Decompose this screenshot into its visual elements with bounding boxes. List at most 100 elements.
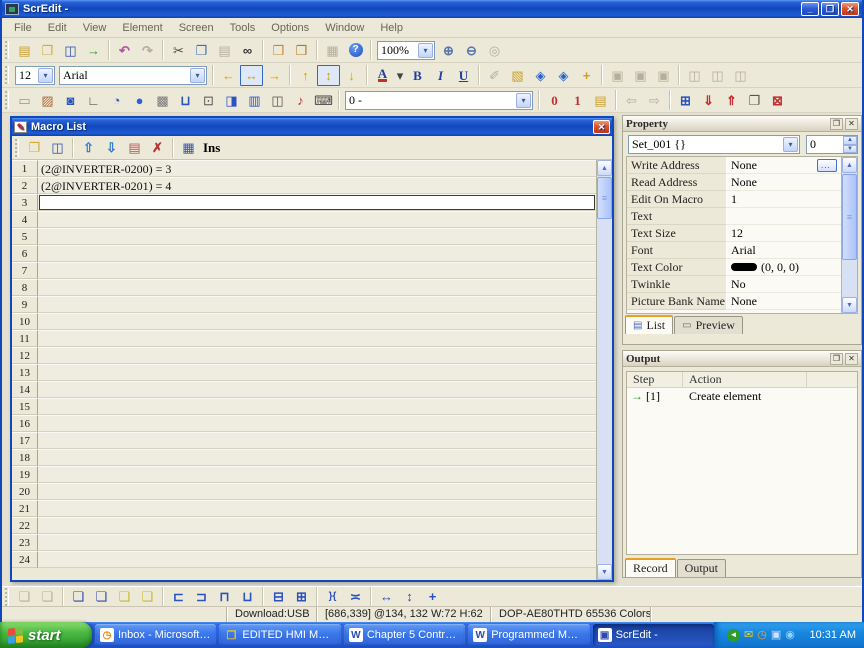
align-bottom-button[interactable]: ↓ <box>340 65 363 86</box>
tab-record[interactable]: Record <box>625 558 676 577</box>
output-row[interactable]: →[1]Create element <box>627 388 857 405</box>
tank-button[interactable]: ⊔ <box>174 90 197 111</box>
toolbar-grip[interactable] <box>5 41 9 59</box>
zoom-out-button[interactable]: ⊖ <box>460 40 483 61</box>
toolbar-grip[interactable] <box>5 66 9 84</box>
align-top-edges-button[interactable]: ⊓ <box>213 588 236 606</box>
property-row[interactable]: Text Color(0, 0, 0) <box>627 259 841 276</box>
property-row[interactable]: TwinkleNo <box>627 276 841 293</box>
bring-forward-button[interactable]: ❏ <box>113 588 136 606</box>
macro-move-down-button[interactable]: ⇩ <box>100 137 123 158</box>
menu-element[interactable]: Element <box>114 20 170 36</box>
toolbar-grip[interactable] <box>5 588 9 606</box>
macro-delete-button[interactable]: ✗ <box>146 137 169 158</box>
open-button[interactable]: ❐ <box>36 40 59 61</box>
sound-button[interactable]: ♪ <box>289 90 312 111</box>
mesh-button[interactable]: ▩ <box>151 90 174 111</box>
macro-row[interactable]: 22 <box>12 517 596 534</box>
door-button[interactable]: ◫ <box>266 90 289 111</box>
property-row[interactable]: Read AddressNone <box>627 174 841 191</box>
undo-button[interactable]: ↶ <box>113 40 136 61</box>
italic-button[interactable]: I <box>429 65 452 86</box>
chevron-down-icon[interactable]: ▾ <box>38 68 53 83</box>
screen-open-button[interactable]: ❒ <box>290 40 313 61</box>
align-top-button[interactable]: ↑ <box>294 65 317 86</box>
compile-button[interactable]: ⊞ <box>674 90 697 111</box>
menu-edit[interactable]: Edit <box>40 20 75 36</box>
menu-view[interactable]: View <box>75 20 115 36</box>
clock-icon[interactable]: ◷ <box>757 630 767 641</box>
cut-button[interactable]: ✂ <box>167 40 190 61</box>
scroll-up-icon[interactable]: ▲ <box>842 157 857 173</box>
titlebar[interactable]: ScrEdit - _ ❐ ✕ <box>2 0 862 18</box>
align-middle-button[interactable]: ↕ <box>317 65 340 86</box>
offline-simulate-button[interactable]: ⊠ <box>766 90 789 111</box>
property-row[interactable]: Edit On Macro1 <box>627 191 841 208</box>
center-horizontally-button[interactable]: ⊟ <box>267 588 290 606</box>
menu-options[interactable]: Options <box>263 20 317 36</box>
chevron-down-icon[interactable]: ▾ <box>516 93 531 108</box>
help-button[interactable]: ? <box>344 40 367 61</box>
send-backward-button[interactable]: ❏ <box>136 588 159 606</box>
same-width-button[interactable]: ↔ <box>375 588 398 606</box>
output-maximize-button[interactable]: ❐ <box>830 353 843 365</box>
scroll-down-icon[interactable]: ▼ <box>597 564 612 580</box>
property-scrollbar[interactable]: ▲ ▼ <box>841 157 857 313</box>
macro-row[interactable]: 15 <box>12 398 596 415</box>
corner-button[interactable]: ∟ <box>82 90 105 111</box>
spinner-up-icon[interactable]: ▲ <box>843 136 857 145</box>
zoom-in-button[interactable]: ⊕ <box>437 40 460 61</box>
macro-edit-input[interactable] <box>39 195 595 210</box>
macro-row[interactable]: 8 <box>12 279 596 296</box>
spinner-down-icon[interactable]: ▼ <box>843 145 857 154</box>
macro-row[interactable]: 14 <box>12 381 596 398</box>
property-maximize-button[interactable]: ❐ <box>830 118 843 130</box>
button-element-button[interactable]: ⊡ <box>197 90 220 111</box>
menu-file[interactable]: File <box>6 20 40 36</box>
message-board-button[interactable]: ▥ <box>243 90 266 111</box>
toolbar-grip[interactable] <box>5 91 9 109</box>
align-right-edges-button[interactable]: ⊐ <box>190 588 213 606</box>
property-row[interactable]: Text <box>627 208 841 225</box>
macro-row[interactable]: 10 <box>12 313 596 330</box>
scroll-down-icon[interactable]: ▼ <box>842 297 857 313</box>
menu-tools[interactable]: Tools <box>222 20 264 36</box>
display-icon[interactable]: ▣ <box>771 630 781 641</box>
pick-element-button[interactable]: ▧ <box>506 65 529 86</box>
minimize-button[interactable]: _ <box>801 2 819 16</box>
macro-row[interactable]: 18 <box>12 449 596 466</box>
export-button[interactable]: → <box>82 40 105 61</box>
property-row[interactable]: Picture Bank NameNone <box>627 293 841 310</box>
property-panel-header[interactable]: Property ❐ ✕ <box>623 116 861 132</box>
macro-row[interactable]: 1(2@INVERTER-0200) = 3 <box>12 160 596 177</box>
align-bottom-edges-button[interactable]: ⊔ <box>236 588 259 606</box>
space-down-button[interactable]: ≍ <box>344 588 367 606</box>
macro-save-button[interactable]: ◫ <box>46 137 69 158</box>
mail-icon[interactable]: ✉ <box>744 630 753 641</box>
property-row[interactable]: FontArial <box>627 242 841 259</box>
macro-edit-button[interactable]: ▤ <box>123 137 146 158</box>
same-height-button[interactable]: ↕ <box>398 588 421 606</box>
save-button[interactable]: ◫ <box>59 40 82 61</box>
text-color-button[interactable]: A <box>371 65 394 86</box>
state-0-button[interactable]: 0 <box>543 90 566 111</box>
scroll-track[interactable] <box>597 176 612 564</box>
font-size-combo[interactable]: 12▾ <box>15 66 55 85</box>
macro-row[interactable]: 16 <box>12 415 596 432</box>
macro-row[interactable]: 20 <box>12 483 596 500</box>
macro-row[interactable]: 19 <box>12 466 596 483</box>
center-vertically-button[interactable]: ⊞ <box>290 588 313 606</box>
macro-row[interactable]: 24 <box>12 551 596 568</box>
fit-vertical-button[interactable]: ◈ <box>552 65 575 86</box>
font-name-combo[interactable]: Arial▾ <box>59 66 207 85</box>
picture-button[interactable]: ◨ <box>220 90 243 111</box>
download-all-button[interactable]: ⇓ <box>697 90 720 111</box>
scale-button[interactable]: ▨ <box>36 90 59 111</box>
macro-scrollbar[interactable]: ▲ ▼ <box>596 160 612 580</box>
macro-row[interactable]: 6 <box>12 245 596 262</box>
same-size-button[interactable]: + <box>421 588 444 606</box>
chevron-down-icon[interactable]: ▾ <box>418 43 433 58</box>
tab-preview[interactable]: ▭Preview <box>674 316 743 334</box>
chevron-down-icon[interactable]: ▾ <box>783 137 798 152</box>
fit-both-button[interactable]: + <box>575 65 598 86</box>
